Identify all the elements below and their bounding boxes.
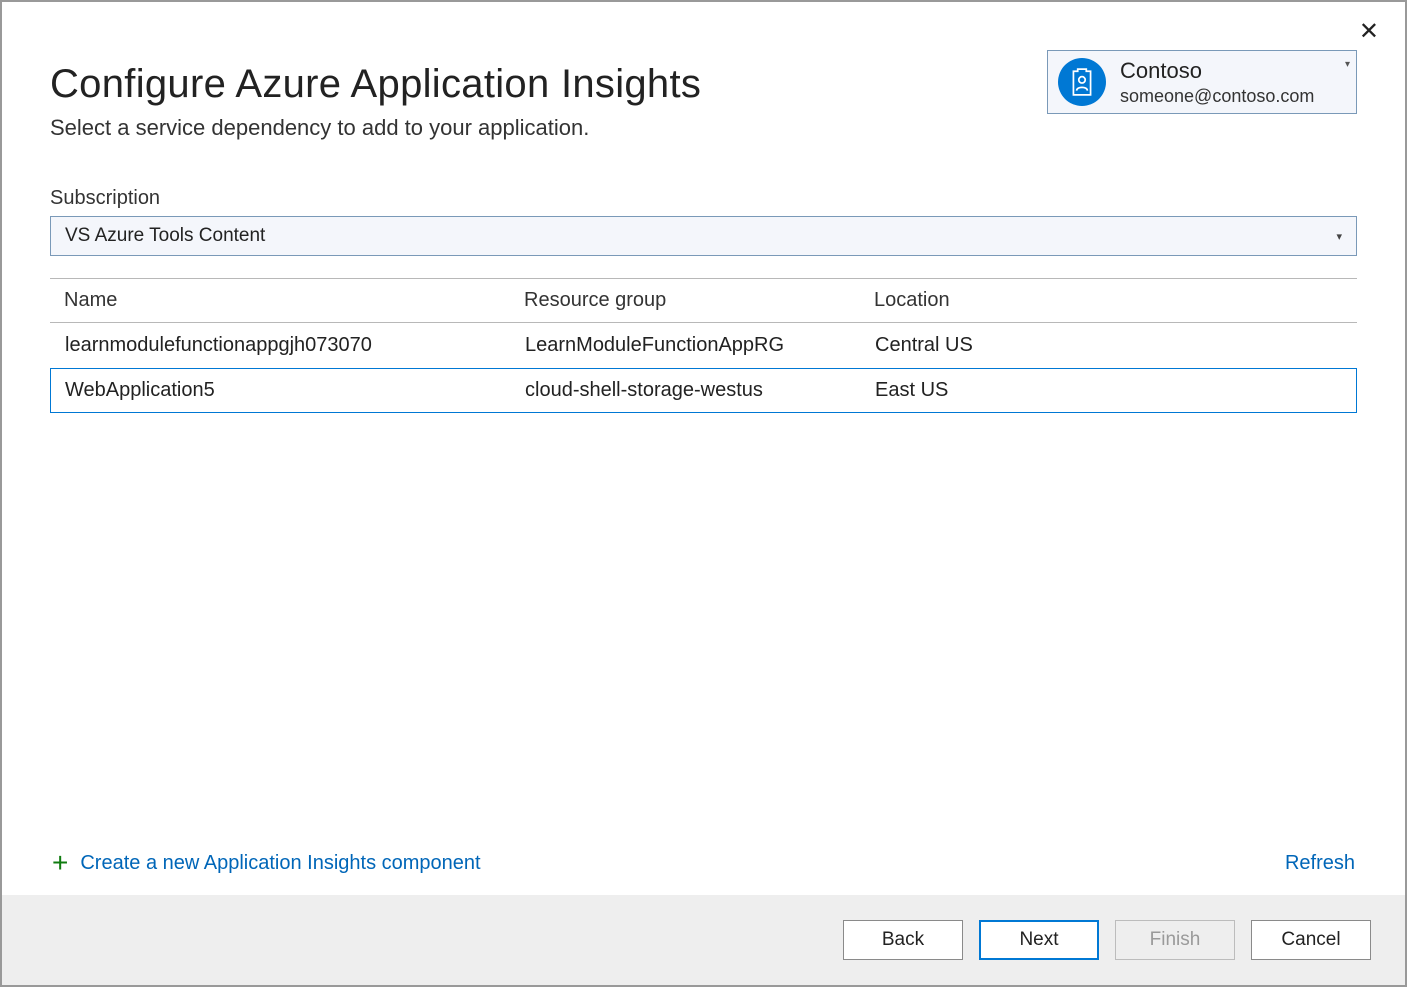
dialog-footer: Back Next Finish Cancel	[2, 895, 1405, 985]
link-row: + Create a new Application Insights comp…	[50, 849, 1357, 895]
cell-resource-group: cloud-shell-storage-westus	[525, 379, 875, 402]
subscription-label: Subscription	[50, 187, 1357, 210]
account-badge-icon	[1058, 58, 1106, 106]
resources-table: Name Resource group Location learnmodule…	[50, 278, 1357, 413]
table-row[interactable]: WebApplication5 cloud-shell-storage-west…	[50, 368, 1357, 413]
cancel-button[interactable]: Cancel	[1251, 920, 1371, 960]
cell-resource-group: LearnModuleFunctionAppRG	[525, 334, 875, 357]
back-button[interactable]: Back	[843, 920, 963, 960]
col-header-location[interactable]: Location	[874, 289, 1343, 312]
header-row: Configure Azure Application Insights Sel…	[50, 50, 1357, 141]
cell-name: WebApplication5	[65, 379, 525, 402]
chevron-down-icon: ▾	[1345, 59, 1350, 70]
plus-icon: +	[52, 849, 68, 877]
cell-location: Central US	[875, 334, 1342, 357]
create-new-link[interactable]: + Create a new Application Insights comp…	[52, 849, 481, 877]
finish-button: Finish	[1115, 920, 1235, 960]
account-selector[interactable]: Contoso someone@contoso.com ▾	[1047, 50, 1357, 114]
cell-name: learnmodulefunctionappgjh073070	[65, 334, 525, 357]
close-icon[interactable]: ✕	[1359, 20, 1379, 44]
next-button[interactable]: Next	[979, 920, 1099, 960]
subscription-selected: VS Azure Tools Content	[65, 225, 265, 247]
table-header: Name Resource group Location	[50, 278, 1357, 323]
dialog-window: ✕ Configure Azure Application Insights S…	[0, 0, 1407, 987]
chevron-down-icon: ▾	[1336, 230, 1342, 243]
titles: Configure Azure Application Insights Sel…	[50, 50, 1047, 141]
account-text: Contoso someone@contoso.com	[1120, 57, 1314, 107]
refresh-link[interactable]: Refresh	[1285, 852, 1355, 875]
account-name: Contoso	[1120, 57, 1314, 85]
page-subtitle: Select a service dependency to add to yo…	[50, 115, 1047, 141]
col-header-name[interactable]: Name	[64, 289, 524, 312]
page-title: Configure Azure Application Insights	[50, 62, 1047, 107]
cell-location: East US	[875, 379, 1342, 402]
create-new-label: Create a new Application Insights compon…	[80, 852, 480, 875]
table-row[interactable]: learnmodulefunctionappgjh073070 LearnMod…	[50, 323, 1357, 368]
subscription-dropdown[interactable]: VS Azure Tools Content ▾	[50, 216, 1357, 256]
dialog-content: Configure Azure Application Insights Sel…	[2, 2, 1405, 895]
account-email: someone@contoso.com	[1120, 85, 1314, 108]
col-header-resource-group[interactable]: Resource group	[524, 289, 874, 312]
